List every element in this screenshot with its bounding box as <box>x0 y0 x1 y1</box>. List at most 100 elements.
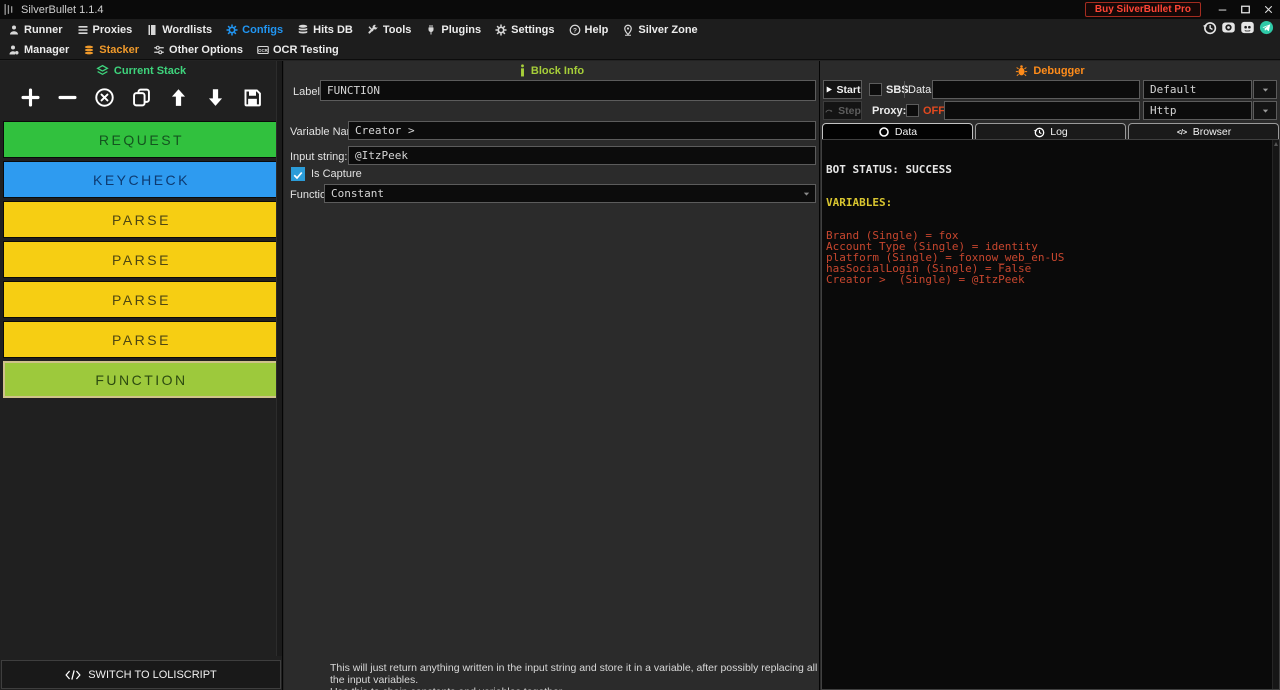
variables-list: Brand (Single) = fox Account Type (Single… <box>826 230 1275 285</box>
play-icon <box>825 85 833 94</box>
buy-pro-button[interactable]: Buy SilverBullet Pro <box>1084 2 1201 17</box>
is-capture-checkbox[interactable] <box>291 167 305 181</box>
submenu-item-other-options-label: Other Options <box>169 43 243 56</box>
menu-item-configs[interactable]: Configs <box>226 24 283 36</box>
switch-to-loliscript-label: SWITCH TO LOLISCRIPT <box>88 668 217 681</box>
start-button[interactable]: Start <box>823 80 862 99</box>
x-circle-icon <box>94 87 115 108</box>
stack-block-keycheck[interactable]: KEYCHECK <box>3 161 280 198</box>
function-description: This will just return anything written i… <box>330 662 818 690</box>
submenu-item-ocr-testing-label: OCR Testing <box>272 43 339 56</box>
save-config-button[interactable] <box>242 87 263 113</box>
menu-item-runner[interactable]: Runner <box>8 24 63 36</box>
input-string-input[interactable]: @ItzPeek <box>348 146 816 165</box>
minimize-icon[interactable] <box>1211 0 1234 19</box>
menu-item-settings[interactable]: Settings <box>495 24 555 36</box>
history-icon <box>1033 126 1045 138</box>
submenu-item-ocr-testing[interactable]: OCR OCR Testing <box>257 44 339 56</box>
menu-item-runner-label: Runner <box>24 23 63 36</box>
submenu-item-other-options[interactable]: Other Options <box>153 44 243 56</box>
variable-name-input[interactable]: Creator > <box>348 121 816 140</box>
info-icon <box>519 64 526 77</box>
function-select[interactable]: Constant <box>324 184 816 203</box>
menu-item-plugins[interactable]: Plugins <box>425 24 481 36</box>
debugger-log: BOT STATUS: SUCCESS VARIABLES: Brand (Si… <box>821 139 1280 690</box>
menu-item-help[interactable]: ? Help <box>569 24 608 36</box>
move-down-button[interactable] <box>205 87 226 113</box>
svg-text:?: ? <box>573 27 577 34</box>
menu-item-silver-zone-label: Silver Zone <box>638 23 698 36</box>
variables-header: VARIABLES: <box>826 196 893 209</box>
menu-item-proxies[interactable]: Proxies <box>77 23 133 36</box>
stack-block-parse[interactable]: PARSE <box>3 241 280 278</box>
tray-discord-icon[interactable] <box>1240 20 1255 40</box>
check-icon <box>292 169 304 181</box>
label-input[interactable]: FUNCTION <box>320 80 816 101</box>
wordlist-type-value: Default <box>1150 83 1197 96</box>
clone-block-button[interactable] <box>131 87 152 113</box>
stack-block-request[interactable]: REQUEST <box>3 121 280 158</box>
is-capture-label: Is Capture <box>311 168 362 180</box>
chevron-down-icon <box>802 190 811 198</box>
svg-text:OCR: OCR <box>258 47 267 52</box>
gear-icon <box>495 24 507 36</box>
tray-telegram-icon[interactable] <box>1259 20 1274 40</box>
bot-status-line: BOT STATUS: SUCCESS <box>826 163 952 176</box>
arrow-up-icon <box>168 87 189 108</box>
wordlist-type-select[interactable]: Default <box>1143 80 1252 99</box>
sbs-label: SBS <box>886 84 909 96</box>
block-info-title: Block Info <box>530 64 585 77</box>
stack-block-parse[interactable]: PARSE <box>3 281 280 318</box>
step-button[interactable]: Step <box>823 101 862 120</box>
tray-camera-icon[interactable] <box>1221 20 1236 40</box>
debugger-tab-data[interactable]: Data <box>822 123 973 139</box>
menu-item-plugins-label: Plugins <box>441 23 482 36</box>
tools-icon <box>367 24 379 36</box>
wordlist-type-dropdown-button[interactable] <box>1253 80 1277 99</box>
submenu-item-stacker[interactable]: Stacker <box>83 44 139 56</box>
stack-block-parse[interactable]: PARSE <box>3 321 280 358</box>
submenu-item-manager[interactable]: Manager <box>8 44 69 56</box>
database-icon <box>297 24 309 36</box>
add-block-button[interactable] <box>20 87 41 113</box>
maximize-icon[interactable] <box>1234 0 1257 19</box>
current-stack-title: Current Stack <box>113 64 187 77</box>
divider <box>904 81 905 98</box>
proxy-type-select[interactable]: Http <box>1143 101 1252 120</box>
menu-item-wordlists[interactable]: Wordlists <box>146 24 212 36</box>
switch-to-loliscript-button[interactable]: SWITCH TO LOLISCRIPT <box>1 660 281 689</box>
tray-history-icon[interactable] <box>1202 20 1217 40</box>
menu-item-wordlists-label: Wordlists <box>162 23 213 36</box>
step-button-label: Step <box>838 104 861 117</box>
menu-item-silver-zone[interactable]: Silver Zone <box>622 23 698 36</box>
debugger-panel: Debugger Start SBS Data: Default Step Pr… <box>819 61 1280 690</box>
variable-line: Creator > (Single) = @ItzPeek <box>826 273 1025 286</box>
data-input[interactable] <box>932 80 1140 99</box>
proxy-input[interactable] <box>944 101 1140 120</box>
app-logo-icon <box>3 3 16 16</box>
wordlists-icon <box>146 24 158 36</box>
remove-block-button[interactable] <box>57 87 78 113</box>
menu-item-proxies-label: Proxies <box>92 23 133 36</box>
menu-item-hits-db[interactable]: Hits DB <box>297 24 353 36</box>
proxy-type-dropdown-button[interactable] <box>1253 101 1277 120</box>
close-icon[interactable] <box>1257 0 1280 19</box>
chevron-down-icon <box>1261 107 1270 115</box>
debugger-tab-browser[interactable]: </> Browser <box>1128 123 1279 139</box>
menu-item-tools[interactable]: Tools <box>367 24 411 36</box>
clear-stack-button[interactable] <box>94 87 115 113</box>
stack-panel: Current Stack REQUEST KEYCHECK PARSE PARSE P… <box>0 61 283 690</box>
title-bar: SilverBullet 1.1.4 Buy SilverBullet Pro <box>0 0 1280 19</box>
debugger-tab-log[interactable]: Log <box>975 123 1126 139</box>
stack-scrollbar[interactable] <box>276 61 282 656</box>
code-icon <box>65 669 81 681</box>
stack-block-parse[interactable]: PARSE <box>3 201 280 238</box>
log-scrollbar[interactable] <box>1272 140 1279 689</box>
stack-block-function[interactable]: FUNCTION <box>3 361 280 398</box>
camera-icon <box>1221 20 1236 35</box>
sbs-checkbox[interactable] <box>869 83 882 96</box>
move-up-button[interactable] <box>168 87 189 113</box>
block-info-header: Block Info <box>284 64 819 77</box>
proxy-checkbox[interactable] <box>906 104 919 117</box>
bug-icon <box>1015 64 1028 77</box>
